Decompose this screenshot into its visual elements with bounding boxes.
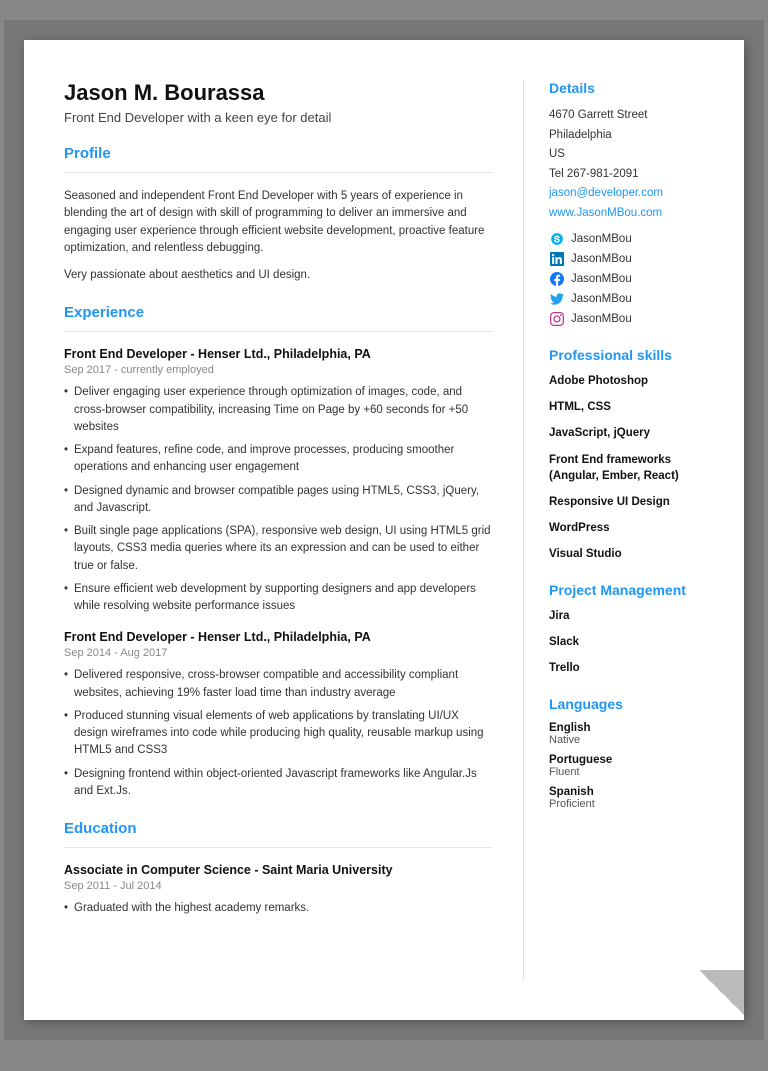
lang3-level: Proficient	[549, 798, 719, 810]
skype-icon	[549, 231, 565, 247]
experience-heading: Experience	[64, 304, 493, 321]
job1-dates: Sep 2017 - currently employed	[64, 364, 493, 376]
languages-list: English Native Portuguese Fluent Spanish…	[549, 722, 719, 810]
candidate-title: Front End Developer with a keen eye for …	[64, 110, 493, 125]
job2-bullets: Delivered responsive, cross-browser comp…	[64, 667, 493, 800]
edu-bullets: Graduated with the highest academy remar…	[64, 900, 493, 917]
skill-6: WordPress	[549, 520, 719, 536]
details-address: 4670 Garrett Street Philadelphia US Tel …	[549, 106, 719, 223]
left-column: Jason M. Bourassa Front End Developer wi…	[24, 80, 524, 980]
job2-bullet-2: Produced stunning visual elements of web…	[64, 708, 493, 760]
lang1-level: Native	[549, 734, 719, 746]
page-number: 2/2	[709, 993, 724, 1005]
social-twitter: JasonMBou	[549, 291, 719, 307]
linkedin-icon	[549, 251, 565, 267]
job1-bullet-2: Expand features, refine code, and improv…	[64, 442, 493, 477]
job1-bullets: Deliver engaging user experience through…	[64, 384, 493, 615]
social-handles: JasonMBou JasonMBou JasonMBo	[549, 231, 719, 327]
twitter-icon	[549, 291, 565, 307]
resume-page: Jason M. Bourassa Front End Developer wi…	[24, 40, 744, 1020]
education-heading: Education	[64, 820, 493, 837]
job2-bullet-3: Designing frontend within object-oriente…	[64, 766, 493, 801]
skill-2: HTML, CSS	[549, 399, 719, 415]
job1-bullet-4: Built single page applications (SPA), re…	[64, 523, 493, 575]
education-divider	[64, 847, 493, 848]
pm-2: Slack	[549, 634, 719, 650]
pm-heading: Project Management	[549, 582, 719, 598]
job2-title: Front End Developer - Henser Ltd., Phila…	[64, 630, 493, 644]
address-line1: 4670 Garrett Street	[549, 109, 647, 121]
page-wrapper: Jason M. Bourassa Front End Developer wi…	[4, 20, 764, 1040]
skype-handle: JasonMBou	[571, 233, 632, 245]
skill-3: JavaScript, jQuery	[549, 425, 719, 441]
email-link[interactable]: jason@developer.com	[549, 187, 663, 199]
address-line3: US	[549, 148, 565, 160]
skill-5: Responsive UI Design	[549, 494, 719, 510]
tel: Tel 267-981-2091	[549, 168, 639, 180]
job2-dates: Sep 2014 - Aug 2017	[64, 647, 493, 659]
profile-divider	[64, 172, 493, 173]
twitter-handle: JasonMBou	[571, 293, 632, 305]
languages-heading: Languages	[549, 696, 719, 712]
content-area: Jason M. Bourassa Front End Developer wi…	[24, 80, 744, 980]
job2-bullet-1: Delivered responsive, cross-browser comp…	[64, 667, 493, 702]
lang3-name: Spanish	[549, 786, 719, 798]
candidate-name: Jason M. Bourassa	[64, 80, 493, 106]
pm-list: Jira Slack Trello	[549, 608, 719, 676]
edu-bullet-1: Graduated with the highest academy remar…	[64, 900, 493, 917]
instagram-icon	[549, 311, 565, 327]
pm-3: Trello	[549, 660, 719, 676]
instagram-handle: JasonMBou	[571, 313, 632, 325]
right-column: Details 4670 Garrett Street Philadelphia…	[524, 80, 744, 980]
experience-divider	[64, 331, 493, 332]
profile-heading: Profile	[64, 145, 493, 162]
pm-1: Jira	[549, 608, 719, 624]
social-facebook: JasonMBou	[549, 271, 719, 287]
social-linkedin: JasonMBou	[549, 251, 719, 267]
skill-4: Front End frameworks (Angular, Ember, Re…	[549, 452, 719, 484]
lang1-name: English	[549, 722, 719, 734]
address-line2: Philadelphia	[549, 129, 612, 141]
job1-bullet-1: Deliver engaging user experience through…	[64, 384, 493, 436]
skill-7: Visual Studio	[549, 546, 719, 562]
details-heading: Details	[549, 80, 719, 96]
job1-bullet-3: Designed dynamic and browser compatible …	[64, 483, 493, 518]
facebook-handle: JasonMBou	[571, 273, 632, 285]
skill-1: Adobe Photoshop	[549, 373, 719, 389]
job1-title: Front End Developer - Henser Ltd., Phila…	[64, 347, 493, 361]
profile-paragraph-2: Very passionate about aesthetics and UI …	[64, 267, 493, 284]
facebook-icon	[549, 271, 565, 287]
linkedin-handle: JasonMBou	[571, 253, 632, 265]
social-skype: JasonMBou	[549, 231, 719, 247]
lang2-level: Fluent	[549, 766, 719, 778]
skills-list: Adobe Photoshop HTML, CSS JavaScript, jQ…	[549, 373, 719, 562]
website-link[interactable]: www.JasonMBou.com	[549, 207, 662, 219]
edu-dates: Sep 2011 - Jul 2014	[64, 880, 493, 892]
job1-bullet-5: Ensure efficient web development by supp…	[64, 581, 493, 616]
social-instagram: JasonMBou	[549, 311, 719, 327]
lang2-name: Portuguese	[549, 754, 719, 766]
skills-heading: Professional skills	[549, 347, 719, 363]
edu-degree: Associate in Computer Science - Saint Ma…	[64, 863, 493, 877]
profile-paragraph-1: Seasoned and independent Front End Devel…	[64, 188, 493, 257]
